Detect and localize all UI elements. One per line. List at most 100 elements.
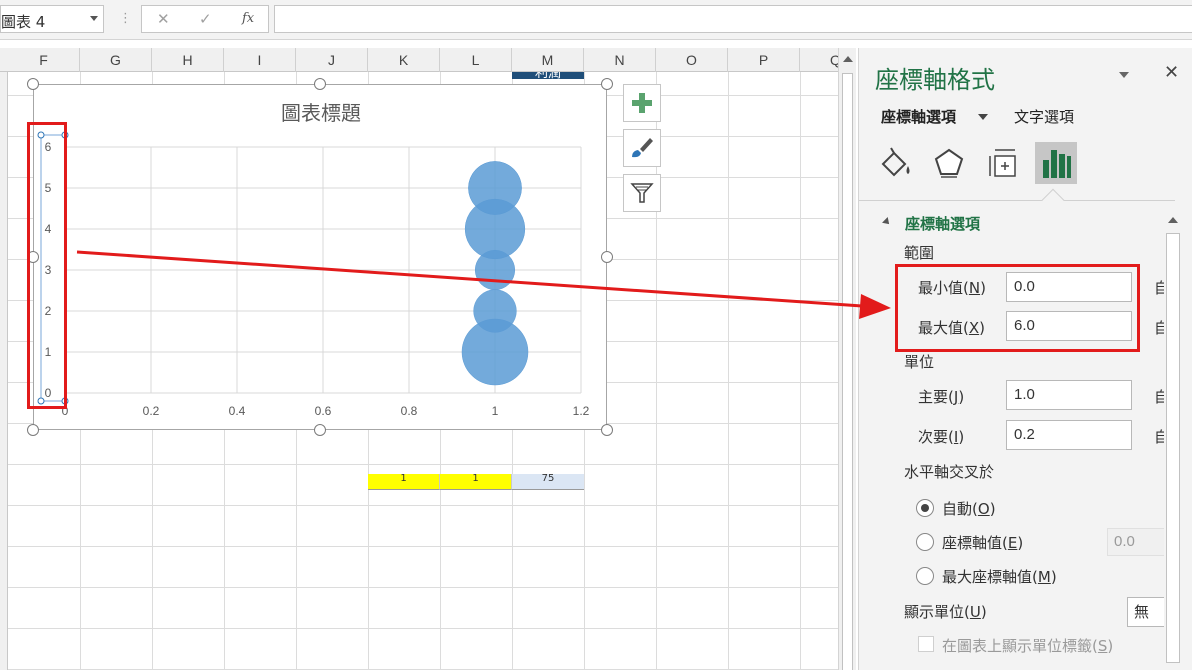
section-axis-options[interactable]: 座標軸選項 [905,213,980,234]
cell-m1[interactable]: 利潤 [512,72,584,79]
show-units-key: S [1097,637,1108,655]
tab-text-options[interactable]: 文字選項 [1014,106,1074,127]
x-tick-label[interactable]: 0.6 [315,404,332,418]
format-axis-panel: 座標軸格式 ✕ 座標軸選項 文字選項 座標軸選項 範圍 最小值(N) 0.0 自… [858,48,1192,670]
bubble-point[interactable] [473,289,517,333]
bubble-series[interactable] [461,161,529,386]
units-label: 單位 [904,353,935,371]
column-header[interactable]: Q [800,48,838,72]
show-units-checkbox[interactable] [918,636,934,652]
resize-handle[interactable] [27,78,39,90]
x-tick-label[interactable]: 0.8 [401,404,418,418]
x-tick-label[interactable]: 0.2 [143,404,160,418]
panel-scrollbar[interactable] [1164,211,1182,670]
divider [859,200,1175,201]
column-header[interactable]: K [368,48,440,72]
chevron-down-icon[interactable] [1119,72,1129,78]
radio-max-axis-value[interactable] [916,567,934,585]
insert-function-button[interactable]: fx [242,11,254,26]
sheet-scrollbar[interactable] [838,48,856,670]
cancel-button[interactable]: ✕ [157,10,170,28]
formula-buttons: ✕ ✓ fx [141,5,269,33]
column-header[interactable]: N [584,48,656,72]
column-header[interactable]: O [656,48,728,72]
radio-max-label[interactable]: 最大座標軸值(M) [942,566,1057,587]
scroll-up-icon[interactable] [1168,217,1178,223]
axis-value-field[interactable]: 0.0 [1107,528,1167,556]
chart-styles-button[interactable] [623,129,661,167]
minor-unit-field[interactable]: 0.2 [1006,420,1132,450]
bubble-point[interactable] [468,161,522,215]
brush-icon [632,138,653,158]
tab-axis-options-icon[interactable] [1035,142,1077,184]
chart-title[interactable]: 圖表標題 [281,101,361,125]
column-header[interactable]: L [440,48,512,72]
column-header[interactable]: J [296,48,368,72]
scroll-thumb[interactable] [842,73,853,670]
tab-effects[interactable] [928,142,970,184]
minor-key: I [953,428,959,446]
tab-fill-line[interactable] [876,142,918,184]
plus-icon [632,93,652,113]
column-headers: F G H I J K L M N O P Q [0,48,838,72]
resize-handle[interactable] [314,78,326,90]
radio-auto-label[interactable]: 自動(O) [942,498,996,519]
fill-line-icon [881,147,910,177]
radio-auto-text: 自動 [942,500,973,518]
chevron-down-icon[interactable] [90,16,98,21]
resize-handle[interactable] [601,424,613,436]
radio-axis-value[interactable] [916,533,934,551]
column-header[interactable]: G [80,48,152,72]
radio-auto[interactable] [916,499,934,517]
column-header[interactable]: I [224,48,296,72]
resize-handle[interactable] [601,251,613,263]
resize-handle[interactable] [27,424,39,436]
tab-size-properties[interactable] [983,142,1025,184]
row-headers[interactable] [0,72,8,670]
chart-filters-button[interactable] [623,174,661,212]
name-box[interactable]: 圖表 4 [0,5,104,33]
resize-handle[interactable] [314,424,326,436]
resize-handle[interactable] [601,78,613,90]
cell-yellow[interactable]: 1 [368,474,440,490]
radio-max-key: M [1037,568,1051,586]
column-header[interactable]: F [8,48,80,72]
x-tick-label[interactable]: 0.4 [229,404,246,418]
major-unit-field[interactable]: 1.0 [1006,380,1132,410]
formula-input[interactable] [274,5,1192,33]
axis-options-icon [1043,150,1071,178]
bubble-chart[interactable]: 圖表標題 0 0.2 0.4 0.6 0.8 1 1.2 0123456 [33,84,607,430]
column-header[interactable]: M [512,48,584,72]
close-icon[interactable]: ✕ [1164,62,1179,83]
x-axis-ticks[interactable]: 0 0.2 0.4 0.6 0.8 1 1.2 [62,404,590,418]
major-key: J [953,388,959,406]
x-tick-label[interactable]: 1 [492,404,499,418]
radio-axis-value-key: E [1007,534,1018,552]
display-units-label: 顯示單位(U) [904,603,987,621]
display-units-select[interactable]: 無 [1127,597,1167,627]
chevron-down-icon[interactable] [978,114,988,120]
scroll-up-icon[interactable] [843,56,853,62]
show-units-label: 在圖表上顯示單位標籤(S) [942,637,1114,655]
scroll-thumb[interactable] [1166,233,1180,663]
cell-blue[interactable]: 75 [512,474,584,490]
column-header[interactable]: P [728,48,800,72]
radio-auto-key: O [977,500,990,518]
major-label: 主要(J) [918,388,965,406]
cell-yellow[interactable]: 1 [440,474,512,490]
radio-axis-value-label[interactable]: 座標軸值(E) [942,532,1023,553]
enter-button[interactable]: ✓ [199,10,212,28]
size-properties-icon [989,149,1016,177]
column-header[interactable]: H [152,48,224,72]
x-tick-label[interactable]: 1.2 [573,404,590,418]
display-units-key: U [969,603,981,621]
radio-axis-value-text: 座標軸值 [942,534,1003,552]
collapse-triangle-icon[interactable] [882,217,892,227]
name-box-value: 圖表 4 [1,13,46,31]
display-units-text: 顯示單位 [904,603,965,621]
chart-plot-svg[interactable]: 圖表標題 0 0.2 0.4 0.6 0.8 1 1.2 0123456 [34,85,608,431]
formula-bar: 圖表 4 ⋮ ✕ ✓ fx [0,0,1192,40]
tab-axis-options[interactable]: 座標軸選項 [881,106,956,127]
horizontal-cross-label: 水平軸交叉於 [904,463,995,481]
chart-elements-button[interactable] [623,84,661,122]
